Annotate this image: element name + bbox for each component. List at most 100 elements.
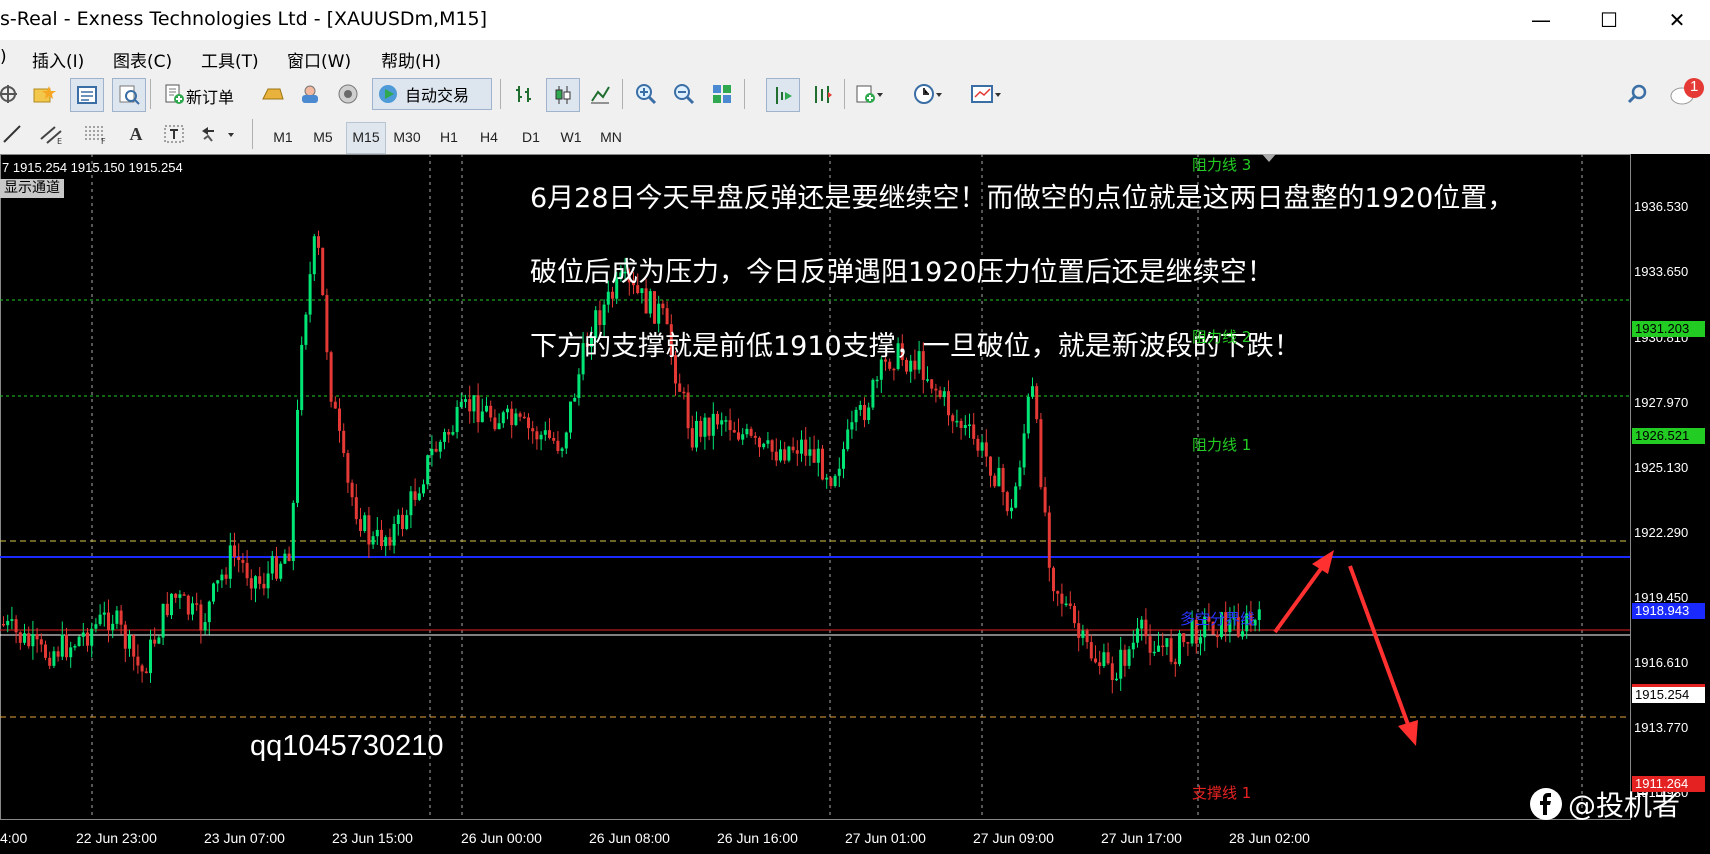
candle-body (640, 288, 644, 294)
candle-body (644, 288, 648, 314)
timeframe-m15[interactable]: M15 (346, 122, 386, 154)
candle-body (451, 432, 455, 435)
menu-item-insert[interactable]: 插入(I) (32, 47, 84, 72)
tile-windows-icon[interactable] (706, 78, 738, 110)
candle-body (926, 379, 929, 381)
annotation-line-2: 破位后成为压力，今日反弹遇阻1920压力位置后还是继续空！ (530, 257, 1274, 288)
favorites-icon[interactable] (28, 78, 60, 110)
candle-body (224, 574, 228, 579)
equidistant-channel-icon[interactable]: E (36, 118, 68, 150)
candle-body (1035, 386, 1039, 420)
notifications-icon[interactable]: 1 (1662, 74, 1708, 114)
candle-body (1157, 645, 1160, 652)
menu-item-partial[interactable]: ) (0, 47, 7, 67)
new-order-label[interactable]: 新订单 (186, 84, 234, 108)
arrows-icon[interactable] (198, 118, 242, 150)
candle-body (275, 556, 278, 579)
candle-body (1186, 642, 1190, 644)
menu-item-charts[interactable]: 图表(C) (113, 47, 172, 72)
menu-item-window[interactable]: 窗口(W) (287, 47, 351, 72)
candlestick-icon[interactable] (546, 78, 580, 112)
candle-body (296, 409, 299, 503)
toolbar-separator (252, 119, 253, 149)
candle-body (850, 422, 854, 430)
candle-body (14, 619, 18, 633)
timeframe-w1[interactable]: W1 (552, 122, 590, 152)
candle-body (170, 593, 173, 616)
timeframe-d1[interactable]: D1 (512, 122, 550, 152)
indicators-icon[interactable] (854, 78, 886, 110)
candle-body (1081, 630, 1085, 638)
candle-body (564, 432, 568, 449)
annotation-line-1: 6月28日今天早盘反弹还是要继续空！而做空的点位就是这两日盘整的1920位置， (530, 183, 1515, 214)
facebook-icon (1530, 788, 1562, 820)
menu-item-tools[interactable]: 工具(T) (201, 47, 259, 72)
zoom-in-icon[interactable] (630, 78, 662, 110)
bar-chart-icon[interactable] (508, 78, 540, 110)
auto-trading-button[interactable]: 自动交易 (372, 78, 492, 110)
candle-body (1052, 567, 1055, 592)
candle-body (422, 484, 425, 494)
text-icon[interactable]: A (120, 118, 152, 150)
chart-shift-icon[interactable] (766, 78, 800, 112)
candle-body (1140, 619, 1144, 629)
maximize-button[interactable]: ☐ (1578, 0, 1640, 40)
candle-body (279, 563, 283, 579)
candle-body (699, 420, 703, 437)
timeframe-m5[interactable]: M5 (304, 122, 342, 152)
candle-body (947, 391, 950, 416)
menu-item-help[interactable]: 帮助(H) (381, 47, 441, 72)
community-icon[interactable] (294, 78, 326, 110)
timeframe-m1[interactable]: M1 (264, 122, 302, 152)
candle-body (136, 656, 140, 666)
chart-info-bar: 7 1915.254 1915.150 1915.254 (2, 160, 183, 175)
minimize-button[interactable]: — (1510, 0, 1572, 40)
gold-bar-icon[interactable] (256, 78, 288, 110)
candle-body (77, 636, 81, 647)
current-price: 1915.254 (1632, 684, 1705, 703)
candle-body (749, 428, 753, 436)
candle-body (1152, 651, 1156, 654)
candle-body (745, 428, 749, 435)
crosshair-icon[interactable] (0, 78, 24, 110)
candle-body (724, 420, 728, 422)
candle-body (249, 578, 253, 589)
candle-body (485, 405, 488, 412)
market-watch-icon[interactable] (70, 78, 104, 112)
fibonacci-icon[interactable]: F (80, 118, 112, 150)
search-icon[interactable] (1622, 78, 1654, 110)
navigator-icon[interactable] (112, 78, 146, 112)
timeframe-h4[interactable]: H4 (470, 122, 508, 152)
candle-body (363, 515, 367, 531)
candle-body (1241, 631, 1244, 637)
candle-body (1127, 649, 1131, 666)
candle-body (157, 637, 161, 644)
channel-label[interactable]: 显示通道 (0, 179, 64, 198)
candle-body (501, 412, 505, 424)
auto-trading-icon (379, 85, 397, 103)
zoom-out-icon[interactable] (668, 78, 700, 110)
timeframe-mn[interactable]: MN (592, 122, 630, 152)
candle-body (728, 420, 732, 431)
candle-body (1031, 386, 1034, 397)
candle-body (228, 545, 232, 579)
candle-body (854, 409, 858, 423)
line-chart-icon[interactable] (584, 78, 616, 110)
timeframe-m30[interactable]: M30 (388, 122, 426, 152)
candle-body (1178, 633, 1181, 665)
candle-body (858, 404, 862, 410)
autoscroll-icon[interactable] (806, 78, 838, 110)
candle-body (795, 450, 799, 454)
candle-body (10, 619, 14, 621)
candle-body (577, 374, 581, 398)
close-button[interactable]: ✕ (1646, 0, 1708, 40)
candle-body (510, 408, 514, 426)
timeframe-h1[interactable]: H1 (430, 122, 468, 152)
templates-icon[interactable] (970, 78, 1002, 110)
candle-body (548, 430, 551, 439)
candle-body (741, 434, 745, 440)
periods-icon[interactable] (912, 78, 944, 110)
text-label-icon[interactable] (158, 118, 190, 150)
signal-icon[interactable] (332, 78, 364, 110)
trendline-icon[interactable] (0, 118, 28, 150)
